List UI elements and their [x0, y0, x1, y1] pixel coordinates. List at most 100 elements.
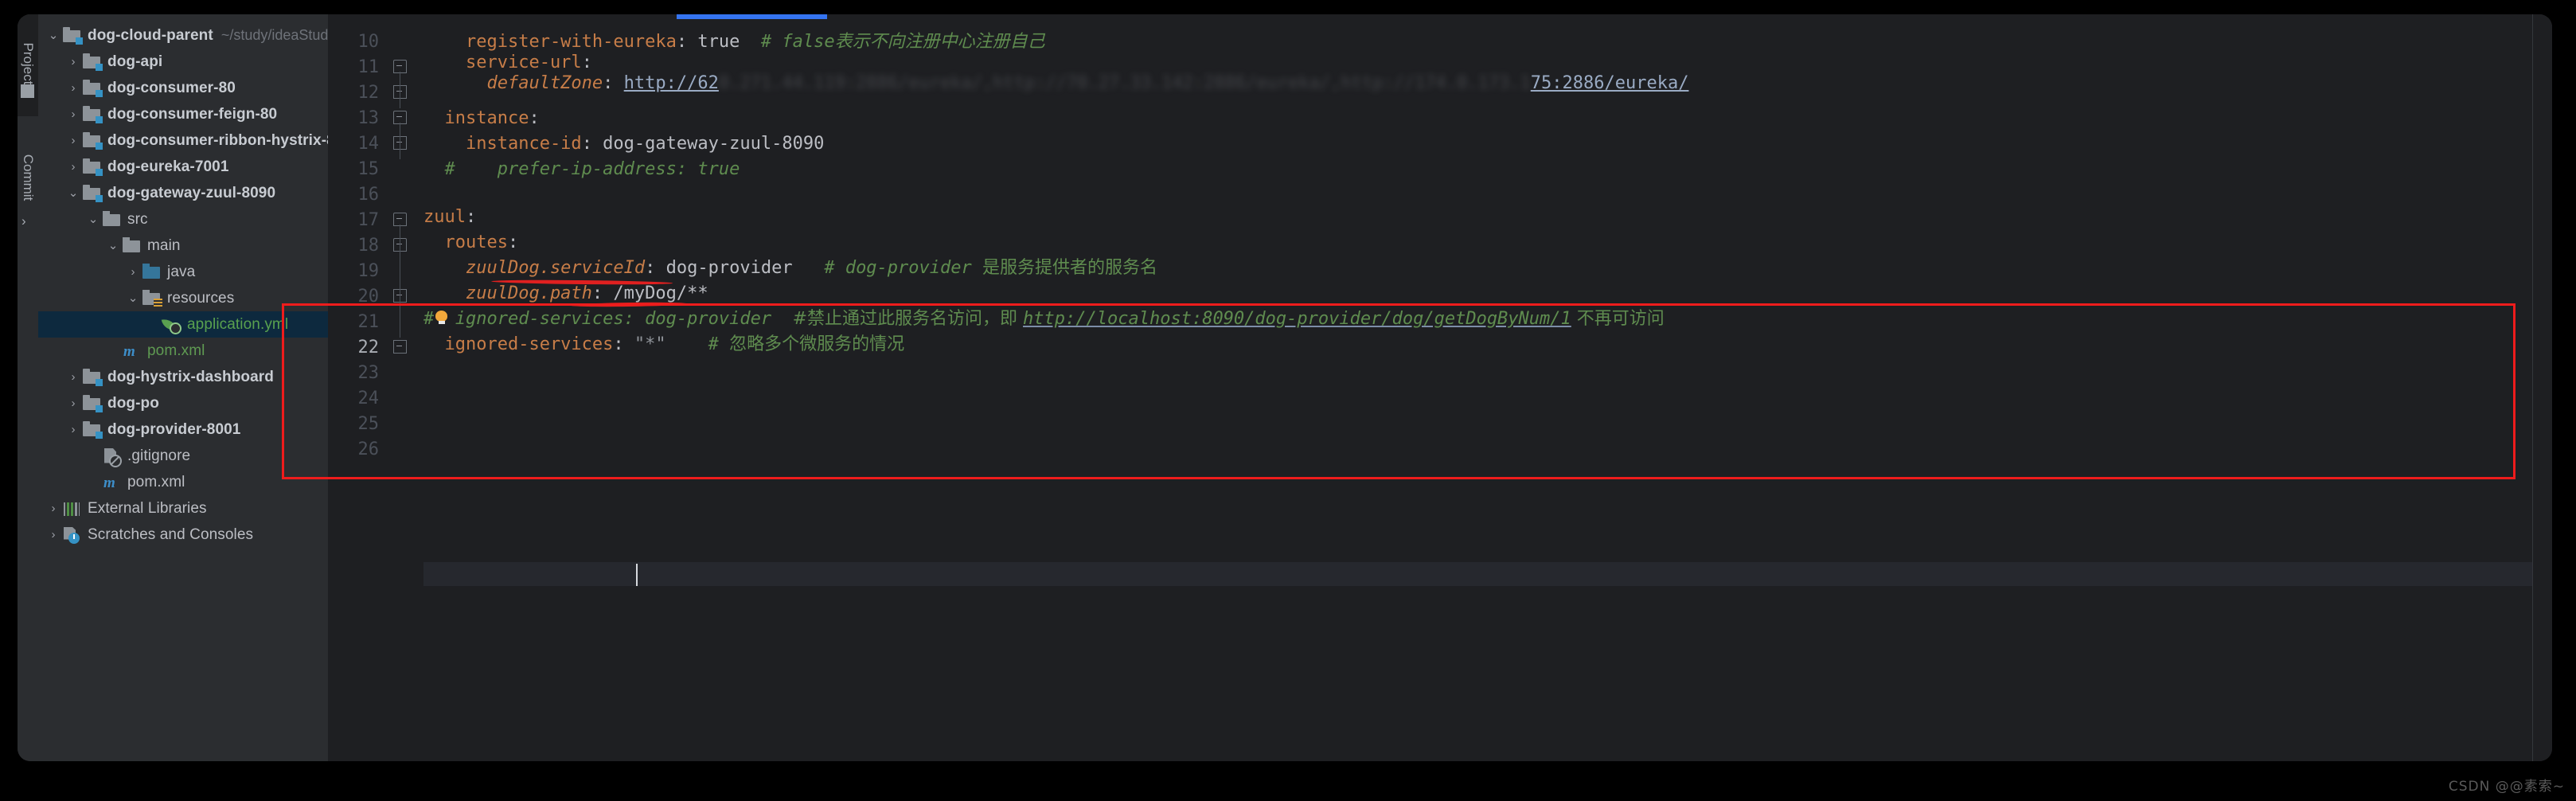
code-fold-toggle-line-22[interactable] — [393, 340, 408, 354]
module-folder-icon — [82, 105, 103, 123]
module-folder-icon — [62, 26, 83, 45]
gutter-line-number-14: 14 — [357, 134, 380, 154]
code-fold-toggle-line-17[interactable] — [393, 213, 408, 227]
code-line-19: zuulDog.serviceId: dog-provider # dog-pr… — [423, 258, 1157, 279]
yaml-key: zuulDog.path — [423, 283, 592, 303]
scratches-icon — [62, 526, 83, 544]
tree-item-dog-cloud-parent[interactable]: ⌄ dog-cloud-parent ~/study/ideaStudy/id — [38, 22, 350, 49]
chevron-down-icon[interactable]: ⌄ — [104, 240, 122, 252]
code-line-20: zuulDog.path: /myDog/** — [423, 283, 708, 304]
tree-item-label: Scratches and Consoles — [88, 526, 254, 543]
chevron-down-icon[interactable]: ⌄ — [84, 213, 102, 225]
tree-item-dog-gateway-zuul-8090[interactable]: ⌄ dog-gateway-zuul-8090 — [38, 180, 328, 206]
chevron-right-icon[interactable]: › — [64, 161, 82, 173]
tree-item-dog-consumer-80[interactable]: › dog-consumer-80 — [38, 75, 328, 101]
eureka-url-end[interactable]: 75:2886/eureka/ — [1531, 73, 1689, 93]
chevron-right-icon[interactable]: › — [45, 529, 62, 541]
code-fold-toggle-line-11[interactable] — [393, 60, 408, 74]
tool-button-project[interactable]: Project — [20, 43, 36, 85]
chevron-right-icon[interactable]: › — [45, 502, 62, 514]
yaml-colon: : — [465, 207, 477, 227]
chevron-right-icon[interactable]: › — [64, 397, 82, 409]
yaml-comment: # ignored-services: dog-provider — [423, 309, 793, 329]
tree-item-main[interactable]: ⌄ main — [38, 232, 328, 259]
tree-item-label: dog-api — [107, 53, 163, 70]
yaml-key: routes — [423, 232, 508, 252]
tree-item-dog-eureka-7001[interactable]: › dog-eureka-7001 — [38, 154, 328, 180]
intention-bulb-icon[interactable] — [435, 311, 448, 324]
code-fold-toggle-line-13[interactable] — [393, 111, 408, 125]
tree-item-external-libraries[interactable]: › External Libraries — [38, 495, 328, 522]
editor-scrollbar[interactable] — [2532, 14, 2552, 761]
code-fold-toggle-line-12[interactable] — [393, 85, 408, 100]
chevron-right-icon[interactable]: › — [124, 266, 142, 278]
localhost-url-in-comment[interactable]: http://localhost:8090/dog-provider/dog/g… — [1023, 309, 1571, 329]
chevron-right-icon[interactable]: › — [64, 82, 82, 94]
code-line-21: # ignored-services: dog-provider #禁止通过此服… — [423, 309, 1665, 330]
tool-window-strip[interactable]: Project Commit › — [18, 14, 38, 761]
tree-item-application-yml[interactable]: ›application.yml — [38, 311, 328, 338]
tree-item-label: dog-consumer-80 — [107, 79, 236, 96]
tree-item-dog-provider-8001[interactable]: › dog-provider-8001 — [38, 416, 328, 443]
gutter-line-number-19: 19 — [357, 261, 380, 281]
chevron-down-icon[interactable]: ⌄ — [64, 187, 82, 199]
module-folder-icon — [82, 420, 103, 439]
chevron-right-icon[interactable]: › — [64, 108, 82, 120]
editor-gutter[interactable]: 10 11 12 13 14 15 16 17 18 19 20 21 22 23 24 25 26 — [328, 14, 423, 761]
tree-item-java[interactable]: › java — [38, 259, 328, 285]
code-editor[interactable]: 10 11 12 13 14 15 16 17 18 19 20 21 22 23 24 25 26 regis… — [328, 14, 2552, 761]
chevron-right-icon[interactable]: › — [64, 424, 82, 436]
tool-button-commit[interactable]: Commit — [20, 154, 36, 201]
yaml-key: register-with-eureka — [423, 32, 677, 52]
maven-pom-icon: m — [103, 474, 115, 491]
text-caret — [636, 564, 638, 586]
project-tree[interactable]: ⌄ dog-cloud-parent ~/study/ideaStudy/id › do… — [38, 14, 350, 761]
yaml-comment: # — [708, 334, 730, 354]
tree-item-dog-hystrix-dashboard[interactable]: › dog-hystrix-dashboard — [38, 364, 328, 390]
yaml-key: service-url — [423, 53, 582, 72]
chevron-down-icon[interactable]: ⌄ — [45, 29, 62, 41]
yaml-colon: : — [603, 73, 624, 93]
yaml-comment-cn: 是服务提供者的服务名 — [982, 258, 1158, 278]
tree-item-dog-po[interactable]: › dog-po — [38, 390, 328, 416]
tree-item-dog-consumer-ribbon-hystrix-80[interactable]: › dog-consumer-ribbon-hystrix-80 — [38, 127, 343, 154]
yaml-key: zuulDog.serviceId — [423, 258, 646, 278]
chevron-right-icon[interactable]: › — [64, 56, 82, 68]
yaml-key: zuul — [423, 207, 466, 227]
tree-item-dog-consumer-feign-80[interactable]: › dog-consumer-feign-80 — [38, 101, 328, 127]
tree-item-src[interactable]: ⌄ src — [38, 206, 328, 232]
tree-item-label: java — [167, 263, 196, 280]
structure-icon[interactable] — [21, 84, 34, 98]
editor-code-area[interactable]: register-with-eureka: true # false表示不向注册… — [423, 14, 2552, 761]
chevron-right-icon[interactable]: › — [64, 371, 82, 383]
code-fold-toggle-line-18[interactable] — [393, 238, 408, 252]
yaml-value: : /myDog/** — [591, 283, 708, 303]
gutter-line-number-12: 12 — [357, 83, 380, 103]
tree-item-resources[interactable]: ⌄ resources — [38, 285, 328, 311]
tree-item-label: .gitignore — [127, 447, 191, 464]
chevron-right-icon[interactable]: › — [64, 135, 82, 147]
module-folder-icon — [82, 53, 103, 71]
tree-item-pom-xml[interactable]: ›mpom.xml — [38, 469, 328, 495]
code-line-15: # prefer-ip-address: true — [423, 159, 740, 180]
gutter-line-number-10: 10 — [357, 32, 380, 52]
tree-item-label: External Libraries — [88, 499, 207, 517]
code-fold-toggle-line-20[interactable] — [393, 289, 408, 303]
tree-item-label: pom.xml — [127, 473, 185, 490]
tree-item-label: pom.xml — [147, 342, 205, 359]
tree-item-dog-api[interactable]: › dog-api — [38, 49, 328, 75]
tree-item-pom-xml[interactable]: ›mpom.xml — [38, 338, 328, 364]
tree-item-label: dog-gateway-zuul-8090 — [107, 184, 276, 201]
chevron-down-icon[interactable]: ⌄ — [124, 292, 142, 304]
spring-yaml-icon — [161, 316, 182, 334]
eureka-url-start[interactable]: http://62 — [624, 73, 719, 93]
gutter-line-number-17: 17 — [357, 210, 380, 230]
tree-item-scratches-and-consoles[interactable]: › Scratches and Consoles — [38, 522, 328, 548]
gutter-line-number-25: 25 — [357, 414, 380, 434]
gutter-line-number-21: 21 — [357, 312, 380, 332]
code-fold-toggle-line-14[interactable] — [393, 136, 408, 150]
gutter-line-number-16: 16 — [357, 185, 380, 205]
code-line-11: service-url: — [423, 53, 592, 73]
tree-item-gitignore[interactable]: ›.gitignore — [38, 443, 328, 469]
chevron-right-icon[interactable]: › — [21, 213, 26, 229]
